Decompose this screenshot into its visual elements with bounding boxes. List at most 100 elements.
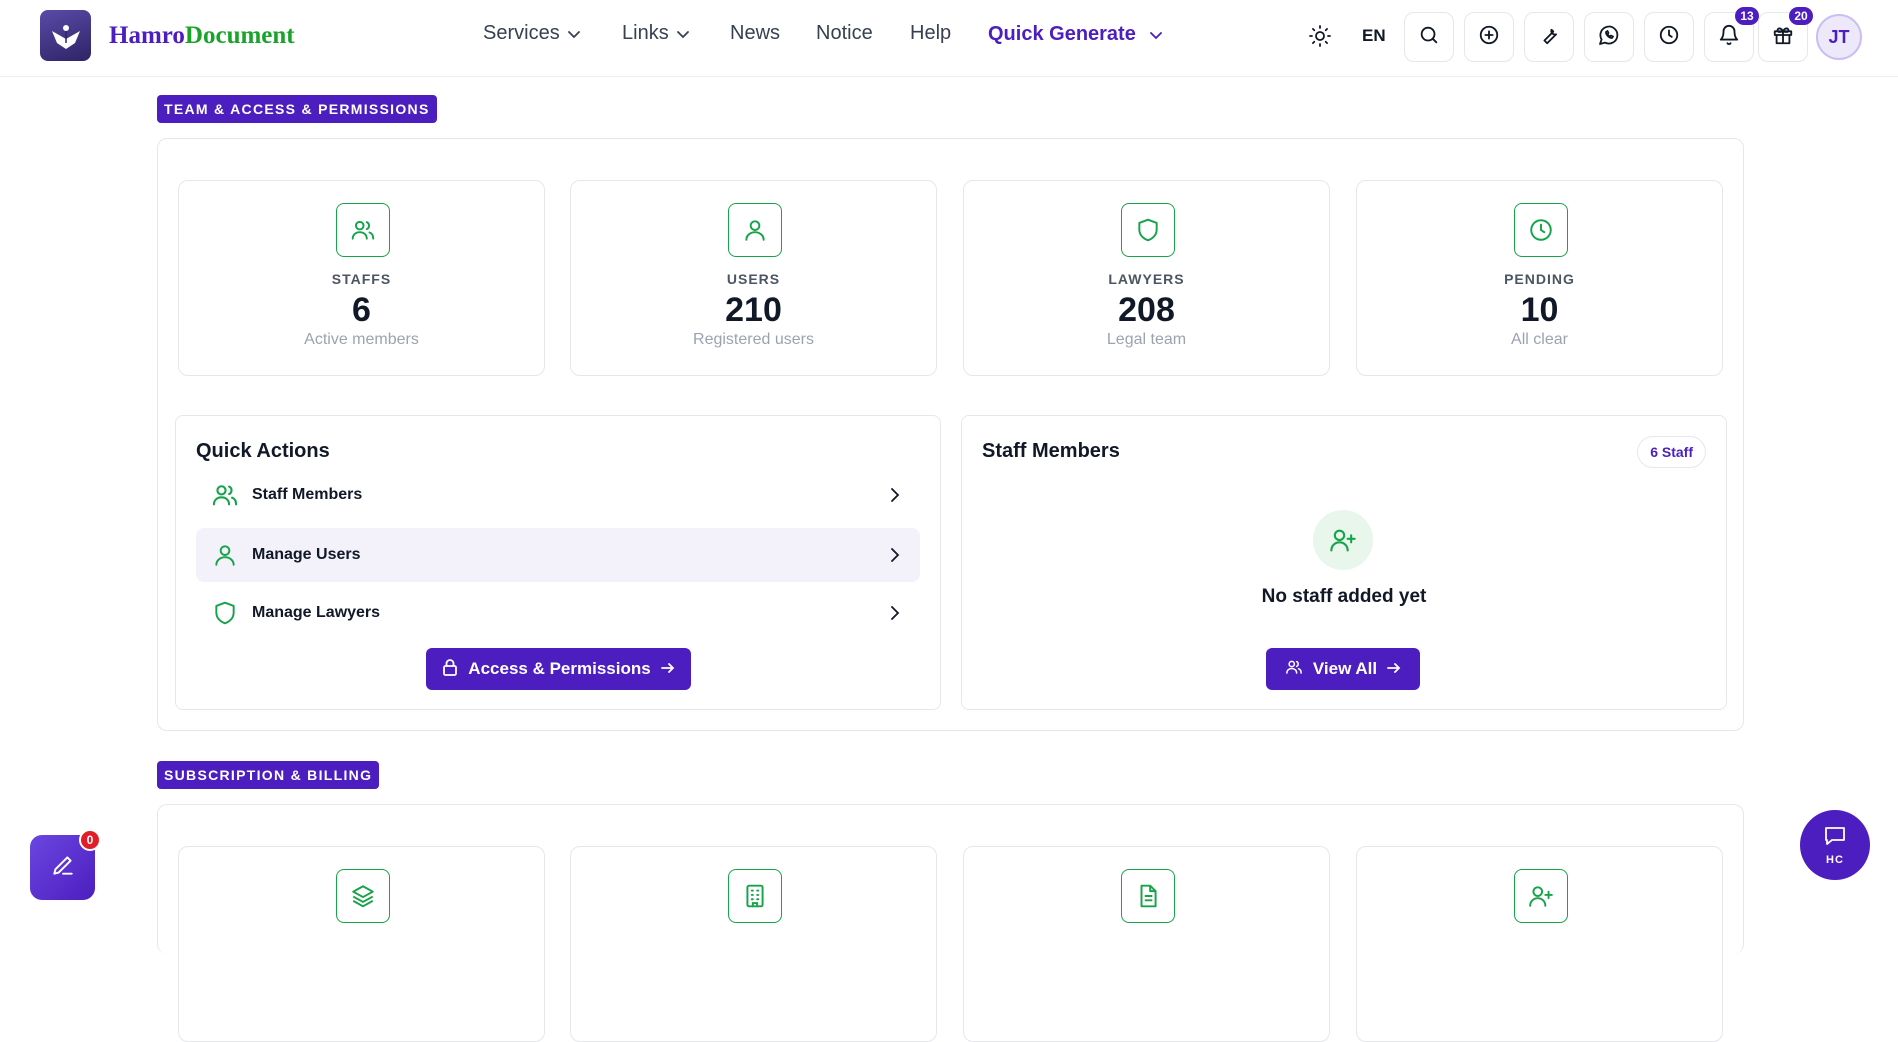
notifications-count-badge: 13	[1735, 7, 1759, 25]
stat-card-lawyers[interactable]: LAWYERS 208 Legal team	[963, 180, 1330, 376]
nav-notice[interactable]: Notice	[816, 22, 873, 45]
quick-action-label: Staff Members	[252, 486, 363, 503]
nav-quick-generate-label: Quick Generate	[988, 23, 1136, 45]
document-icon	[1121, 869, 1175, 923]
gift-icon	[1772, 24, 1794, 51]
user-plus-icon	[1313, 510, 1373, 570]
stat-subtitle: Registered users	[693, 331, 814, 348]
view-all-label: View All	[1312, 659, 1378, 678]
access-permissions-label: Access & Permissions	[468, 659, 651, 678]
nav-notice-label: Notice	[816, 22, 873, 44]
quick-action-label: Manage Users	[252, 546, 361, 563]
quick-action-label: Manage Lawyers	[252, 604, 381, 621]
notifications-button[interactable]: 13	[1704, 7, 1759, 62]
language-switch[interactable]: EN	[1362, 26, 1386, 46]
chat-label: HC	[1826, 853, 1844, 866]
stat-label: PENDING	[1504, 271, 1575, 287]
floating-chat-button[interactable]: HC	[1800, 810, 1870, 880]
quick-actions-title: Quick Actions	[196, 440, 330, 462]
quick-action-manage-users[interactable]: Manage Users	[196, 528, 920, 582]
staff-members-card: Staff Members 6 Staff No staff added yet…	[961, 415, 1727, 710]
stat-card-users[interactable]: USERS 210 Registered users	[570, 180, 937, 376]
search-icon	[1418, 24, 1440, 51]
stat-card-staffs[interactable]: STAFFS 6 Active members	[178, 180, 545, 376]
gifts-count-badge: 20	[1789, 7, 1813, 25]
shield-icon	[1121, 203, 1175, 257]
layers-icon	[336, 869, 390, 923]
staff-count-badge: 6 Staff	[1637, 436, 1706, 468]
stat-subtitle: Legal team	[1106, 331, 1187, 348]
stat-subtitle: Active members	[304, 331, 419, 348]
billing-card-seats[interactable]	[1356, 846, 1723, 1042]
stat-subtitle: All clear	[1511, 331, 1568, 348]
nav-help[interactable]: Help	[910, 22, 951, 45]
plus-circle-icon	[1478, 24, 1500, 51]
logo[interactable]	[40, 10, 91, 61]
staff-members-title: Staff Members	[982, 440, 1120, 462]
arrow-right-icon	[660, 659, 675, 679]
stat-value: 10	[1520, 291, 1559, 329]
arrow-right-icon	[1387, 659, 1401, 679]
whatsapp-icon	[1597, 23, 1621, 52]
pencil-icon	[50, 852, 76, 883]
billing-card-organization[interactable]	[570, 846, 937, 1042]
sun-icon[interactable]	[1308, 24, 1332, 48]
brand-part-1: Hamro	[109, 22, 185, 49]
lock-icon	[442, 658, 458, 681]
users-icon	[1285, 658, 1303, 681]
nav-services-label: Services	[483, 22, 560, 44]
wrench-icon	[1538, 24, 1560, 51]
nav-news-label: News	[730, 22, 781, 44]
nav-quick-generate[interactable]: Quick Generate	[988, 23, 1162, 46]
billing-card-invoices[interactable]	[963, 846, 1330, 1042]
shield-icon	[210, 599, 240, 627]
stat-label: LAWYERS	[1108, 271, 1185, 287]
empty-state-text: No staff added yet	[1261, 586, 1427, 607]
history-button[interactable]	[1644, 12, 1694, 62]
section-tag-team: TEAM & ACCESS & PERMISSIONS	[157, 95, 437, 123]
nav-links[interactable]: Links	[622, 22, 689, 45]
chevron-down-icon	[567, 22, 580, 45]
stat-label: USERS	[726, 271, 781, 287]
access-permissions-button[interactable]: Access & Permissions	[426, 648, 691, 690]
nav-help-label: Help	[910, 22, 952, 44]
edit-count-badge: 0	[79, 829, 101, 851]
billing-panel	[157, 804, 1744, 1042]
nav-services[interactable]: Services	[483, 22, 580, 45]
nav-links-label: Links	[622, 22, 669, 44]
brand-name[interactable]: HamroDocument	[109, 22, 295, 50]
nav-news[interactable]: News	[730, 22, 780, 45]
brand-part-2: Document	[184, 22, 295, 49]
view-all-button[interactable]: View All	[1266, 648, 1420, 690]
gifts-button[interactable]: 20	[1758, 7, 1813, 62]
quick-actions-card: Quick Actions Staff Members Manage Users…	[175, 415, 941, 710]
chevron-down-icon	[1149, 23, 1162, 46]
chat-icon	[1823, 825, 1847, 852]
users-icon	[210, 481, 240, 509]
chevron-down-icon	[676, 22, 689, 45]
chevron-right-icon	[890, 606, 900, 620]
user-icon	[210, 542, 240, 568]
section-tag-billing: SUBSCRIPTION & BILLING	[157, 761, 380, 789]
quick-action-staff-members[interactable]: Staff Members	[196, 468, 920, 522]
tools-button[interactable]	[1524, 12, 1574, 62]
user-plus-icon	[1514, 869, 1568, 923]
add-button[interactable]	[1464, 12, 1514, 62]
building-icon	[728, 869, 782, 923]
stat-label: STAFFS	[331, 271, 392, 287]
quick-action-manage-lawyers[interactable]: Manage Lawyers	[196, 586, 920, 640]
stat-card-pending[interactable]: PENDING 10 All clear	[1356, 180, 1723, 376]
bell-icon	[1718, 24, 1740, 51]
clock-icon	[1514, 203, 1568, 257]
avatar[interactable]: JT	[1816, 14, 1862, 60]
stat-value: 6	[352, 291, 371, 329]
user-icon	[728, 203, 782, 257]
billing-card-plan[interactable]	[178, 846, 545, 1042]
whatsapp-button[interactable]	[1584, 12, 1634, 62]
floating-edit-button[interactable]: 0	[30, 829, 101, 900]
chevron-right-icon	[890, 488, 900, 502]
clock-icon	[1658, 24, 1680, 51]
stat-value: 210	[725, 291, 782, 329]
top-header: HamroDocument Services Links News Notice…	[0, 0, 1898, 77]
search-button[interactable]	[1404, 12, 1454, 62]
